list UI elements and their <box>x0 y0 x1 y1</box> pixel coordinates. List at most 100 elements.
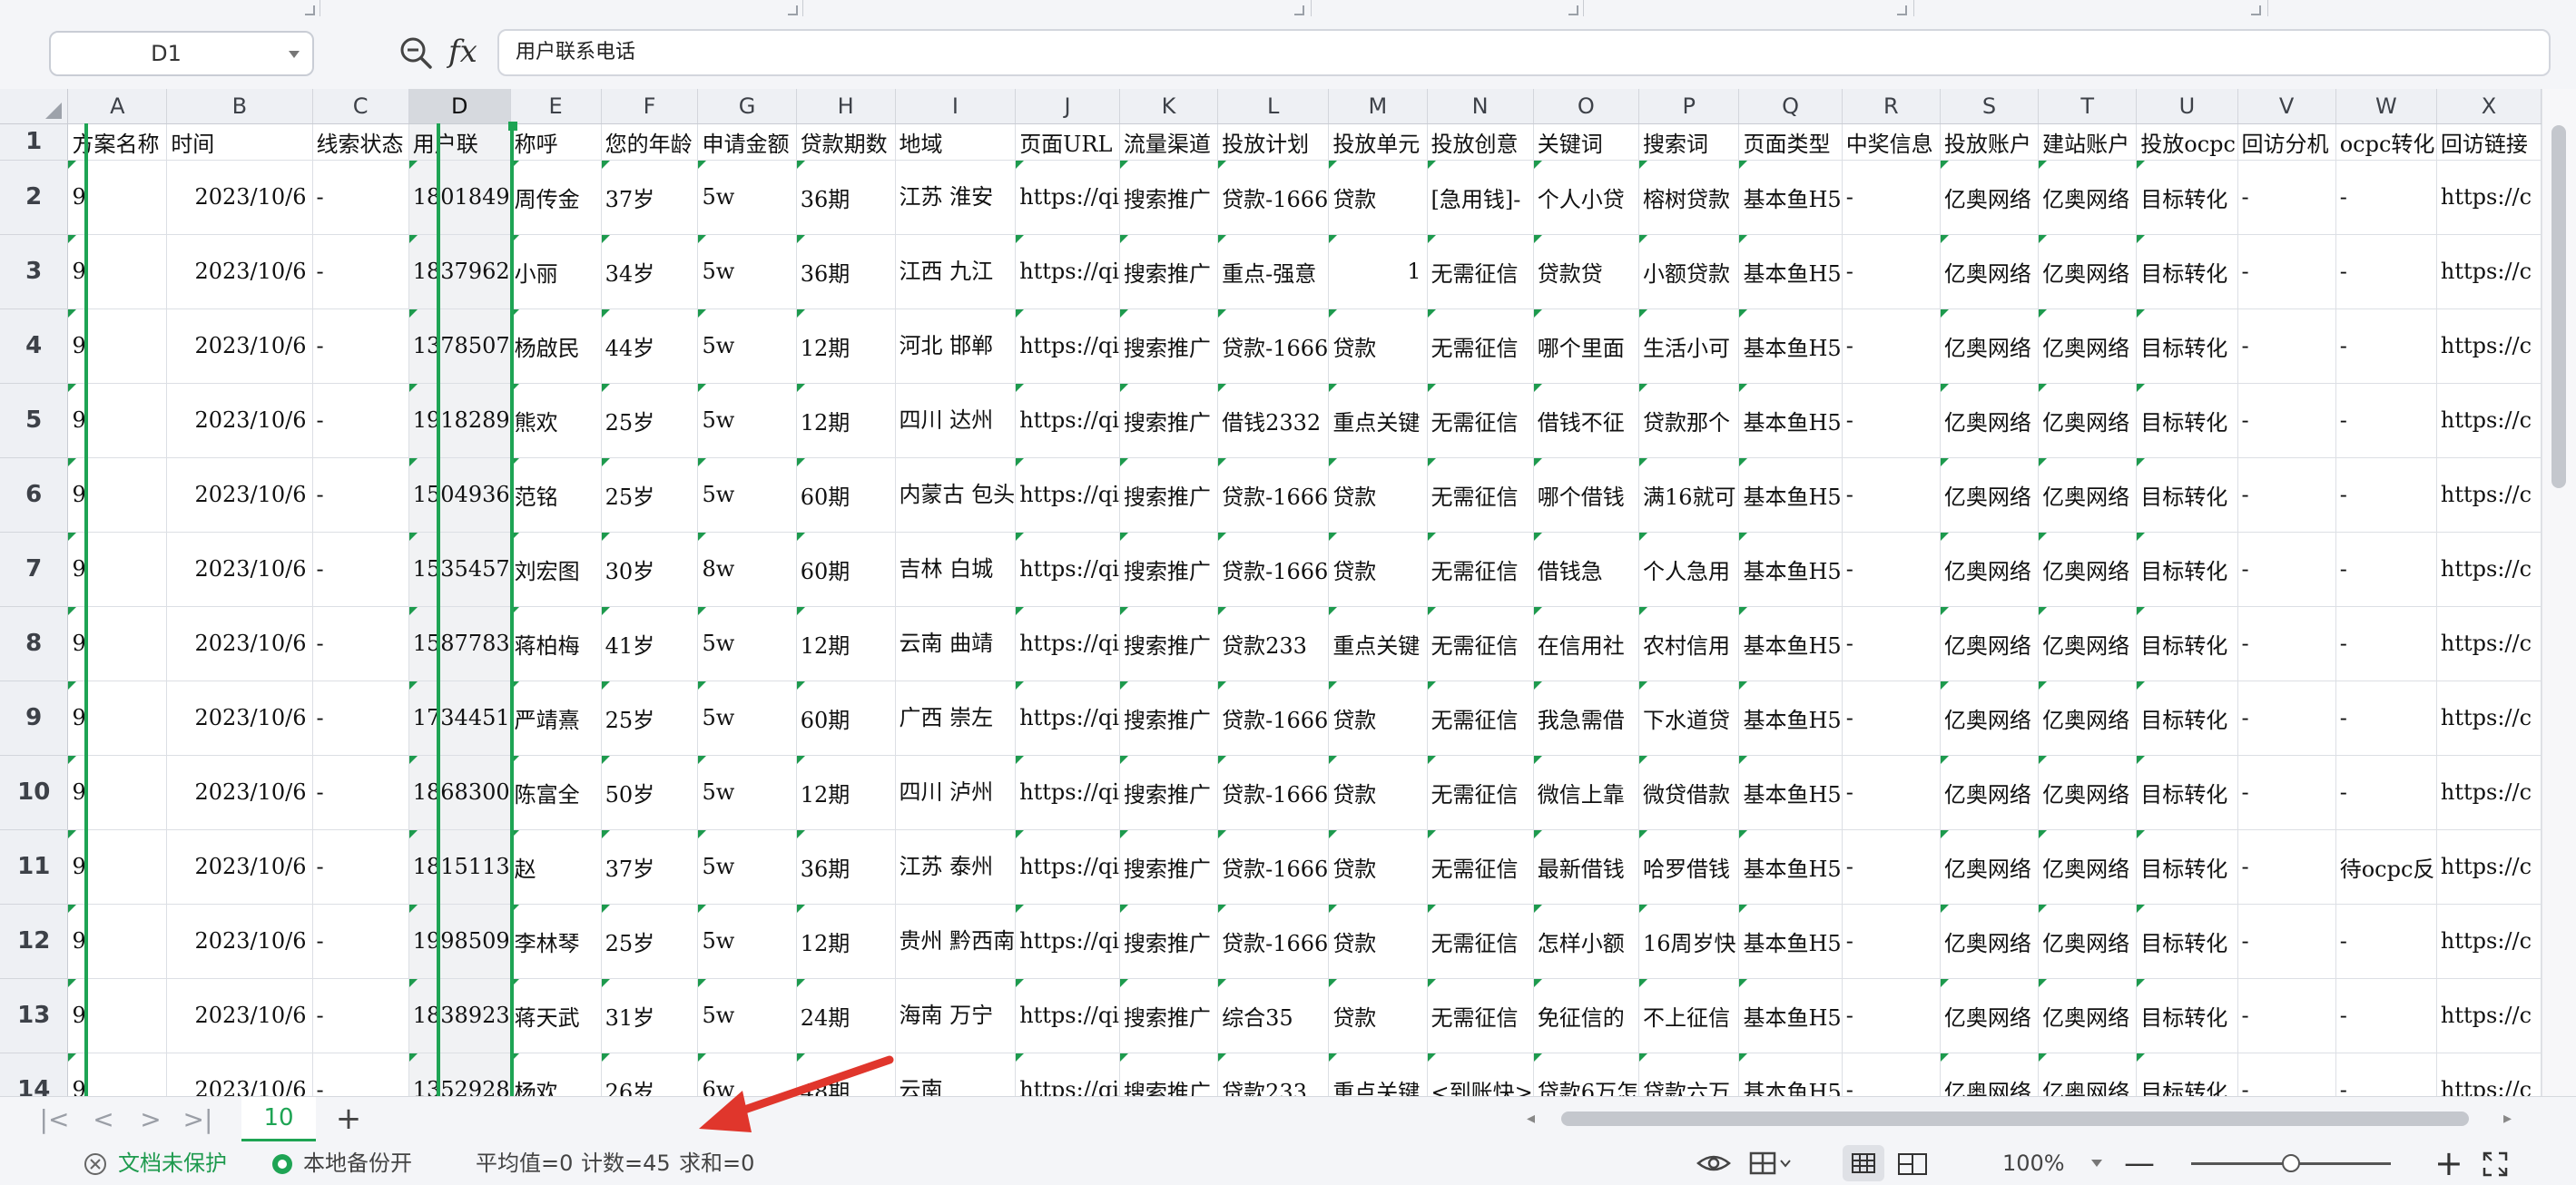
column-header-j[interactable]: J <box>1015 89 1120 124</box>
grid-cell[interactable]: 37岁 <box>601 160 699 235</box>
grid-cell[interactable]: 目标转化 <box>2136 1053 2238 1096</box>
column-header-t[interactable]: T <box>2038 89 2138 124</box>
last-sheet-button[interactable]: >| <box>178 1102 218 1137</box>
grid-cell[interactable]: https://c <box>2436 234 2542 309</box>
next-sheet-button[interactable]: > <box>131 1102 171 1137</box>
grid-cell[interactable]: 目标转化 <box>2136 829 2238 905</box>
grid-cell[interactable]: 9 <box>67 160 168 235</box>
grid-cell[interactable]: - <box>1842 829 1941 905</box>
grid-cell[interactable]: 9 <box>67 681 168 756</box>
grid-cell[interactable]: 2023/10/6 <box>166 234 313 309</box>
grid-cell[interactable]: https://qi <box>1015 904 1120 979</box>
grid-cell[interactable]: 9 <box>67 829 168 905</box>
grid-cell[interactable]: - <box>1842 1053 1941 1096</box>
grid-cell[interactable]: 榕树贷款 <box>1638 160 1740 235</box>
grid-cell[interactable]: - <box>2335 457 2437 533</box>
grid-cell[interactable]: 41岁 <box>601 606 699 681</box>
grid-cell[interactable]: 9 <box>67 234 168 309</box>
grid-cell[interactable]: 亿奥网络 <box>2038 457 2138 533</box>
grid-cell[interactable]: - <box>312 457 409 533</box>
grid-cell[interactable]: 5w <box>697 904 797 979</box>
grid-cell[interactable]: 无需征信 <box>1427 606 1534 681</box>
grid-cell[interactable]: 44岁 <box>601 308 699 384</box>
grid-cell[interactable]: https://c <box>2436 457 2542 533</box>
grid-cell[interactable]: 四川 达州 <box>895 383 1017 458</box>
grid-cell[interactable]: 1734451 <box>408 681 511 756</box>
grid-cell[interactable]: - <box>2335 978 2437 1053</box>
grid-cell[interactable]: 李林琴 <box>510 904 602 979</box>
grid-cell[interactable]: 25岁 <box>601 681 699 756</box>
grid-cell[interactable]: - <box>1842 532 1941 607</box>
chevron-down-icon[interactable] <box>289 51 300 58</box>
grid-cell[interactable]: - <box>2237 308 2336 384</box>
grid-cell[interactable]: 亿奥网络 <box>2038 308 2138 384</box>
column-header-d[interactable]: D <box>408 89 511 124</box>
header-cell[interactable]: 投放创意 <box>1427 123 1534 161</box>
grid-cell[interactable]: 亿奥网络 <box>1940 606 2040 681</box>
grid-cell[interactable]: - <box>312 160 409 235</box>
freeze-pane-icon[interactable] <box>1748 1151 1792 1176</box>
grid-cell[interactable]: https://c <box>2436 681 2542 756</box>
grid-cell[interactable]: 搜索推广 <box>1119 234 1219 309</box>
header-cell[interactable]: 投放单元 <box>1328 123 1428 161</box>
grid-cell[interactable]: 12期 <box>796 383 896 458</box>
grid-cell[interactable]: 9 <box>67 755 168 830</box>
column-header-f[interactable]: F <box>601 89 699 124</box>
grid-cell[interactable]: - <box>2335 755 2437 830</box>
grid-cell[interactable]: 60期 <box>796 532 896 607</box>
first-sheet-button[interactable]: |< <box>34 1102 74 1137</box>
grid-cell[interactable]: 2023/10/6 <box>166 978 313 1053</box>
grid-cell[interactable]: - <box>2335 1053 2437 1096</box>
vertical-scrollbar-thumb[interactable] <box>2551 125 2566 488</box>
grid-cell[interactable]: 个人小贷 <box>1533 160 1640 235</box>
grid-cell[interactable]: - <box>1842 160 1941 235</box>
grid-cell[interactable]: 综合35 <box>1217 978 1330 1053</box>
grid-cell[interactable]: - <box>2237 457 2336 533</box>
row-header[interactable]: 7 <box>0 532 69 607</box>
column-header-c[interactable]: C <box>312 89 409 124</box>
grid-cell[interactable]: 小丽 <box>510 234 602 309</box>
grid-cell[interactable]: 1868300 <box>408 755 511 830</box>
grid-cell[interactable]: 基本鱼H5 <box>1738 829 1843 905</box>
grid-cell[interactable]: https://c <box>2436 755 2542 830</box>
grid-cell[interactable]: 目标转化 <box>2136 160 2238 235</box>
grid-cell[interactable]: 贷款 <box>1328 160 1428 235</box>
column-header-a[interactable]: A <box>67 89 168 124</box>
grid-cell[interactable]: 37岁 <box>601 829 699 905</box>
grid-cell[interactable]: 亿奥网络 <box>2038 532 2138 607</box>
row-header[interactable]: 2 <box>0 160 69 235</box>
grid-cell[interactable]: https://c <box>2436 1053 2542 1096</box>
grid-cell[interactable]: 1998509 <box>408 904 511 979</box>
grid-cell[interactable]: 免征信的 <box>1533 978 1640 1053</box>
grid-cell[interactable]: 重点关键 <box>1328 606 1428 681</box>
grid-cell[interactable]: 目标转化 <box>2136 681 2238 756</box>
grid-cell[interactable]: 蒋天武 <box>510 978 602 1053</box>
row-header[interactable]: 3 <box>0 234 69 309</box>
grid-cell[interactable]: - <box>1842 755 1941 830</box>
grid-cell[interactable]: - <box>2237 383 2336 458</box>
grid-cell[interactable]: 亿奥网络 <box>2038 234 2138 309</box>
header-cell[interactable]: 您的年龄 <box>601 123 699 161</box>
grid-cell[interactable]: 搜索推广 <box>1119 532 1219 607</box>
grid-cell[interactable]: https://c <box>2436 308 2542 384</box>
grid-cell[interactable]: - <box>2237 1053 2336 1096</box>
grid-cell[interactable]: 借钱2332 <box>1217 383 1330 458</box>
grid-cell[interactable]: 贷款 <box>1328 978 1428 1053</box>
grid-cell[interactable]: - <box>312 606 409 681</box>
grid-cell[interactable]: 贷款-1666 <box>1217 308 1330 384</box>
grid-cell[interactable]: 5w <box>697 160 797 235</box>
fullscreen-icon[interactable] <box>2482 1151 2509 1178</box>
grid-cell[interactable]: 无需征信 <box>1427 308 1534 384</box>
column-header-g[interactable]: G <box>697 89 797 124</box>
grid-cell[interactable]: 待ocpc反 <box>2335 829 2437 905</box>
chevron-down-icon[interactable] <box>2091 1160 2102 1167</box>
header-cell[interactable]: ocpc转化 <box>2335 123 2437 161</box>
grid-cell[interactable]: 云南 曲靖 <box>895 606 1017 681</box>
grid-cell[interactable]: 贷款-1666 <box>1217 160 1330 235</box>
row-header[interactable]: 10 <box>0 755 69 830</box>
document-unprotected-button[interactable]: 文档未保护 <box>118 1141 227 1185</box>
grid-cell[interactable]: 目标转化 <box>2136 457 2238 533</box>
header-cell[interactable]: 称呼 <box>510 123 602 161</box>
formula-input[interactable]: 用户联系电话 <box>497 29 2551 76</box>
grid-cell[interactable]: 搜索推广 <box>1119 160 1219 235</box>
